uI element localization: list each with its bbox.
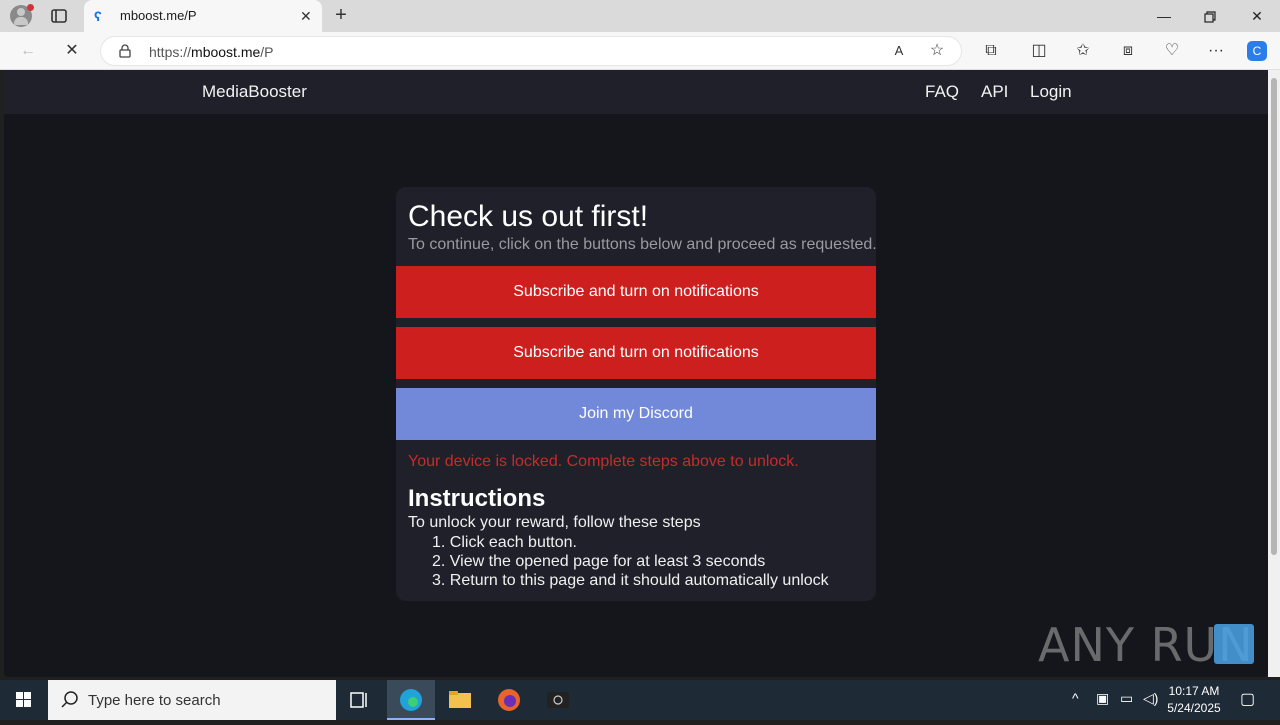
collections-icon[interactable]: ⧈ (1118, 41, 1138, 61)
new-tab-icon[interactable]: + (330, 5, 352, 27)
instructions-intro: To unlock your reward, follow these step… (408, 514, 701, 531)
more-menu-icon[interactable]: ··· (1206, 41, 1226, 61)
web-page: MediaBooster FAQ API Login Check us out … (4, 70, 1268, 677)
windows-logo-icon (16, 692, 31, 707)
url-text[interactable]: https://mboost.me/P (149, 44, 274, 60)
minimize-icon[interactable]: — (1141, 0, 1187, 32)
list-item: 1. Click each button. (432, 534, 577, 551)
volume-icon[interactable]: ◁) (1143, 690, 1158, 707)
app-taskbar-icon[interactable] (534, 680, 582, 720)
network-icon[interactable]: ▭ (1120, 690, 1133, 707)
list-item: 2. View the opened page for at least 3 s… (432, 553, 766, 570)
extensions-icon[interactable]: ⧉ (981, 41, 1001, 61)
restore-icon[interactable] (1187, 0, 1233, 32)
start-button[interactable] (0, 680, 48, 720)
tab-favicon-icon: ʕ (94, 8, 102, 24)
lock-icon[interactable] (119, 44, 131, 58)
tab-close-icon[interactable]: ✕ (300, 8, 312, 24)
nav-faq-link[interactable]: FAQ (925, 82, 959, 102)
site-navbar: MediaBooster FAQ API Login (4, 70, 1268, 114)
tray-chevron-icon[interactable]: ^ (1072, 690, 1079, 706)
browser-toolbar: ← ✕ https://mboost.me/P A ☆ ⧉ ◫ ✩ ⧈ ♡ ··… (0, 32, 1280, 70)
file-explorer-icon[interactable] (436, 680, 484, 720)
join-discord-button[interactable]: Join my Discord (396, 388, 876, 440)
card-title: Check us out first! (408, 200, 649, 233)
notifications-icon[interactable]: ▢ (1240, 689, 1255, 709)
browser-tab[interactable]: ʕ mboost.me/P ✕ (84, 0, 322, 32)
clock-date: 5/24/2025 (1167, 701, 1221, 715)
instructions-list: 1. Click each button. 2. View the opened… (432, 533, 829, 590)
list-item: 3. Return to this page and it should aut… (432, 572, 829, 589)
scrollbar-thumb[interactable] (1271, 78, 1277, 555)
anyrun-watermark: ANY RUN (1038, 606, 1258, 676)
browser-essentials-icon[interactable]: ♡ (1162, 41, 1182, 61)
stop-loading-icon[interactable]: ✕ (62, 41, 82, 61)
task-view-icon[interactable] (336, 680, 384, 720)
site-brand-link[interactable]: MediaBooster (202, 82, 307, 102)
tray-device-icon[interactable]: ▣ (1096, 690, 1109, 707)
search-placeholder: Type here to search (88, 692, 221, 709)
clock-time: 10:17 AM (1168, 684, 1220, 698)
read-aloud-icon[interactable]: A (889, 41, 909, 61)
favorites-icon[interactable]: ✩ (1073, 41, 1093, 61)
search-icon (60, 690, 80, 710)
tab-title: mboost.me/P (120, 8, 197, 23)
subscribe-button-2[interactable]: Subscribe and turn on notifications (396, 327, 876, 379)
card-subtitle: To continue, click on the buttons below … (408, 236, 877, 253)
unlock-card: Check us out first! To continue, click o… (396, 187, 877, 601)
favorite-star-icon[interactable]: ☆ (927, 41, 947, 61)
firefox-icon[interactable] (485, 680, 533, 720)
profile-icon[interactable] (10, 4, 34, 27)
tab-actions-icon[interactable] (50, 7, 68, 25)
address-bar[interactable]: https://mboost.me/P A ☆ (100, 36, 962, 66)
subscribe-button-1[interactable]: Subscribe and turn on notifications (396, 266, 876, 318)
windows-taskbar: Type here to search ^ ▣ ▭ ◁) 10:17 AM 5/… (0, 680, 1280, 720)
nav-login-link[interactable]: Login (1030, 82, 1072, 102)
locked-message: Your device is locked. Complete steps ab… (408, 453, 799, 470)
taskbar-search[interactable]: Type here to search (48, 680, 336, 720)
taskbar-clock[interactable]: 10:17 AM 5/24/2025 (1160, 683, 1228, 717)
back-icon[interactable]: ← (18, 41, 38, 61)
copilot-icon[interactable]: C (1247, 41, 1267, 61)
watermark-logo-icon (1214, 624, 1254, 664)
edge-taskbar-icon[interactable] (387, 680, 435, 720)
tab-strip: ʕ mboost.me/P ✕ + — ✕ (0, 0, 1280, 32)
nav-api-link[interactable]: API (981, 82, 1008, 102)
page-scrollbar[interactable] (1268, 70, 1280, 677)
close-window-icon[interactable]: ✕ (1234, 0, 1280, 32)
instructions-heading: Instructions (408, 485, 546, 512)
split-screen-icon[interactable]: ◫ (1029, 41, 1049, 61)
